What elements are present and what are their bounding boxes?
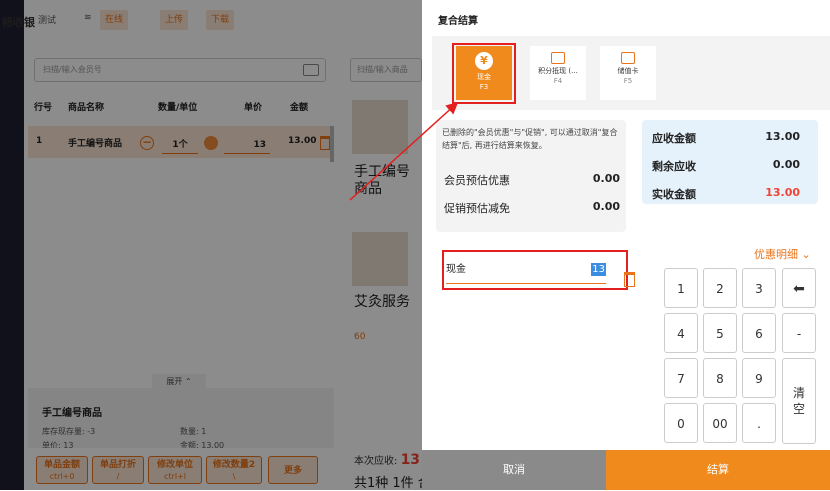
promo-discount-row: 促销预估减免 0.00: [444, 200, 620, 215]
cancel-button[interactable]: 取消: [422, 450, 606, 490]
discount-note: 已删除的"会员优惠"与"促销", 可以通过取消"复合结算"后, 再进行结算来恢复…: [442, 128, 618, 150]
key-9[interactable]: 9: [742, 358, 776, 398]
key-2[interactable]: 2: [703, 268, 737, 308]
key-1[interactable]: 1: [664, 268, 698, 308]
key-5[interactable]: 5: [703, 313, 737, 353]
key-4[interactable]: 4: [664, 313, 698, 353]
totals-panel: 应收金额 13.00 剩余应收 0.00 实收金额 13.00: [642, 120, 818, 204]
highlight-box: [452, 43, 516, 104]
key-dot[interactable]: .: [742, 403, 776, 443]
trash-icon[interactable]: [624, 272, 635, 287]
key-00[interactable]: 00: [703, 403, 737, 443]
actual-row: 实收金额 13.00: [652, 186, 800, 201]
key-7[interactable]: 7: [664, 358, 698, 398]
highlight-box: [442, 250, 628, 290]
remaining-row: 剩余应收 0.00: [652, 158, 800, 173]
receivable-row: 应收金额 13.00: [652, 130, 800, 145]
card-icon: [551, 52, 565, 64]
clear-key[interactable]: 清 空: [782, 358, 816, 444]
discount-detail-link[interactable]: 优惠明细 ⌄: [754, 246, 811, 262]
key-0[interactable]: 0: [664, 403, 698, 443]
dialog-title: 复合结算: [438, 16, 478, 27]
backspace-icon[interactable]: ⬅: [782, 268, 816, 308]
key-6[interactable]: 6: [742, 313, 776, 353]
key-8[interactable]: 8: [703, 358, 737, 398]
composite-checkout-dialog: 复合结算 ¥ 现金 F3 积分抵现 (... F4 储值卡 F5 已删除的"会员优惠"…: [422, 0, 830, 490]
chevron-down-icon: ⌄: [801, 248, 811, 261]
tab-stored-card[interactable]: 储值卡 F5: [600, 46, 656, 100]
checkout-button[interactable]: 结算: [606, 450, 830, 490]
modal-overlay[interactable]: [0, 0, 422, 490]
key-minus[interactable]: -: [782, 313, 816, 353]
key-3[interactable]: 3: [742, 268, 776, 308]
tab-points[interactable]: 积分抵现 (... F4: [530, 46, 586, 100]
member-discount-row: 会员预估优惠 0.00: [444, 172, 620, 187]
stored-card-icon: [621, 52, 635, 64]
discount-info-panel: 已删除的"会员优惠"与"促销", 可以通过取消"复合结算"后, 再进行结算来恢复…: [436, 120, 626, 232]
